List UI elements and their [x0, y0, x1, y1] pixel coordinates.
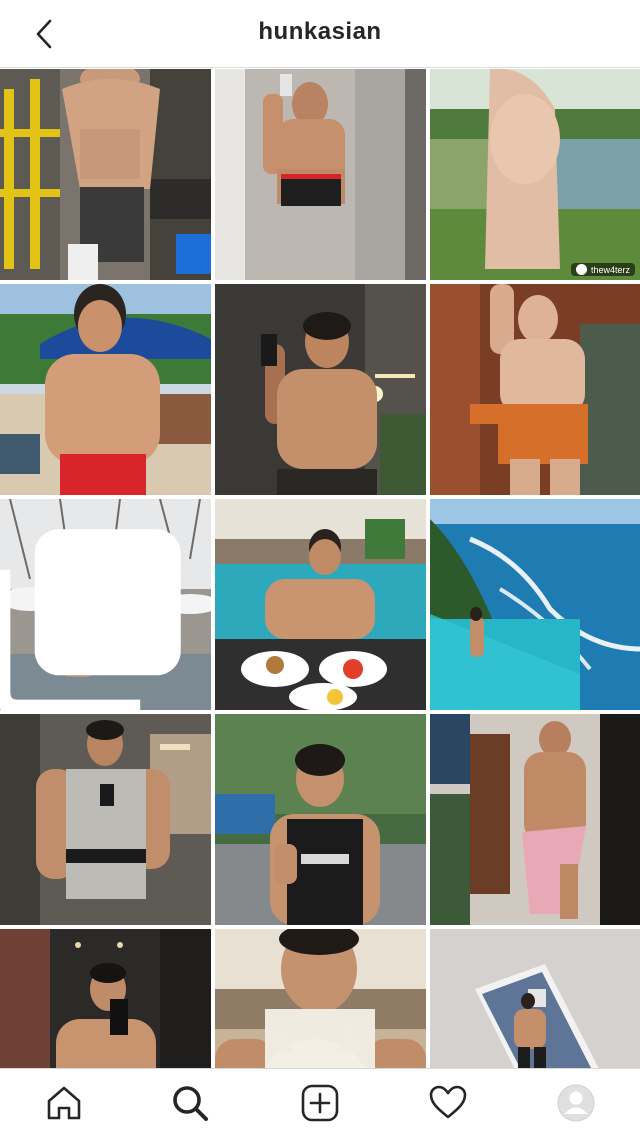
photo-credit-badge: thew4terz: [570, 263, 635, 276]
photo-tile-dark-room[interactable]: [215, 284, 426, 495]
photo-tile-beach[interactable]: [0, 284, 211, 495]
photo-tile-gym-tank[interactable]: [0, 714, 211, 925]
photo-tile-orange-outfit[interactable]: [430, 284, 640, 495]
heart-icon: [429, 1085, 467, 1119]
nav-activity-button[interactable]: [428, 1083, 468, 1123]
bottom-navigation-bar: [0, 1068, 640, 1138]
photo-tile-snow-spring[interactable]: [0, 499, 211, 710]
camera-credit-icon: [575, 264, 587, 275]
photo-tile-wall-mirror[interactable]: [430, 929, 640, 1069]
photo-tile-elevator[interactable]: [0, 929, 211, 1069]
photo-tile-sea-cliff[interactable]: [430, 499, 640, 710]
photo-tile-towel-mirror[interactable]: [430, 714, 640, 925]
nav-search-button[interactable]: [170, 1083, 210, 1123]
home-icon: [47, 1086, 81, 1120]
nav-create-post-button[interactable]: [300, 1083, 340, 1123]
photo-tile-gym[interactable]: [0, 69, 211, 280]
search-icon: [173, 1086, 208, 1121]
nav-profile-button[interactable]: [556, 1083, 596, 1123]
photo-tile-street-tank[interactable]: [215, 714, 426, 925]
multiple-photos-icon: [0, 529, 181, 710]
add-post-icon: [301, 1084, 339, 1122]
photo-credit-text: thew4terz: [590, 264, 630, 275]
photo-tile-cat-selfie[interactable]: [215, 929, 426, 1069]
profile-avatar-icon: [557, 1084, 595, 1122]
nav-home-button[interactable]: [44, 1083, 84, 1123]
profile-username-title: hunkasian: [258, 18, 382, 45]
photo-tile-outdoor[interactable]: thew4terz: [430, 69, 640, 280]
photo-grid: thew4terz: [0, 69, 640, 1069]
top-bar: hunkasian: [0, 0, 640, 68]
photo-tile-pool-breakfast[interactable]: [215, 499, 426, 710]
explore-screen: hunkasian thew4terz: [0, 0, 640, 1138]
photo-tile-mirror-selfie[interactable]: [215, 69, 426, 280]
